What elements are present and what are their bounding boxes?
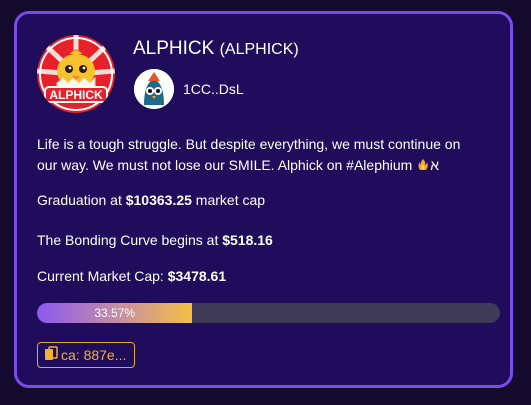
copy-icon — [44, 345, 58, 365]
graduation-info: Graduation at $10363.25 market cap — [37, 192, 265, 208]
token-card: ALPHICK ALPHICK (ALPHICK) 1CC..DsL Life … — [14, 11, 513, 388]
bonding-progress-bar: 33.57% — [37, 303, 500, 323]
token-description: Life is a tough struggle. But despite ev… — [37, 134, 467, 178]
token-logo: ALPHICK — [37, 35, 115, 113]
creator-address[interactable]: 1CC..DsL — [183, 81, 244, 97]
token-symbol: (ALPHICK) — [219, 41, 299, 58]
logo-wordmark: ALPHICK — [49, 88, 103, 102]
token-title: ALPHICK (ALPHICK) — [133, 38, 299, 60]
graduation-value: $10363.25 — [125, 192, 192, 208]
bonding-curve-info: The Bonding Curve begins at $518.16 — [37, 232, 273, 248]
graduation-suffix: market cap — [191, 192, 266, 208]
bonding-label: The Bonding Curve begins at — [37, 232, 223, 248]
creator-avatar[interactable] — [134, 69, 174, 109]
market-cap-label: Current Market Cap: — [37, 268, 168, 284]
copy-contract-button[interactable]: ca: 887e... — [37, 342, 136, 368]
bonding-value: $518.16 — [222, 232, 273, 248]
market-cap-value: $3478.61 — [167, 268, 227, 284]
contract-address-label: ca: 887e... — [61, 347, 127, 363]
progress-label: 33.57% — [94, 306, 136, 320]
description-text: Life is a tough struggle. But despite ev… — [37, 136, 461, 173]
fire-hand-icon — [416, 157, 430, 178]
description-suffix: א — [430, 157, 440, 173]
graduation-label: Graduation at — [37, 192, 126, 208]
market-cap-info: Current Market Cap: $3478.61 — [37, 268, 226, 284]
token-name: ALPHICK — [133, 38, 215, 59]
